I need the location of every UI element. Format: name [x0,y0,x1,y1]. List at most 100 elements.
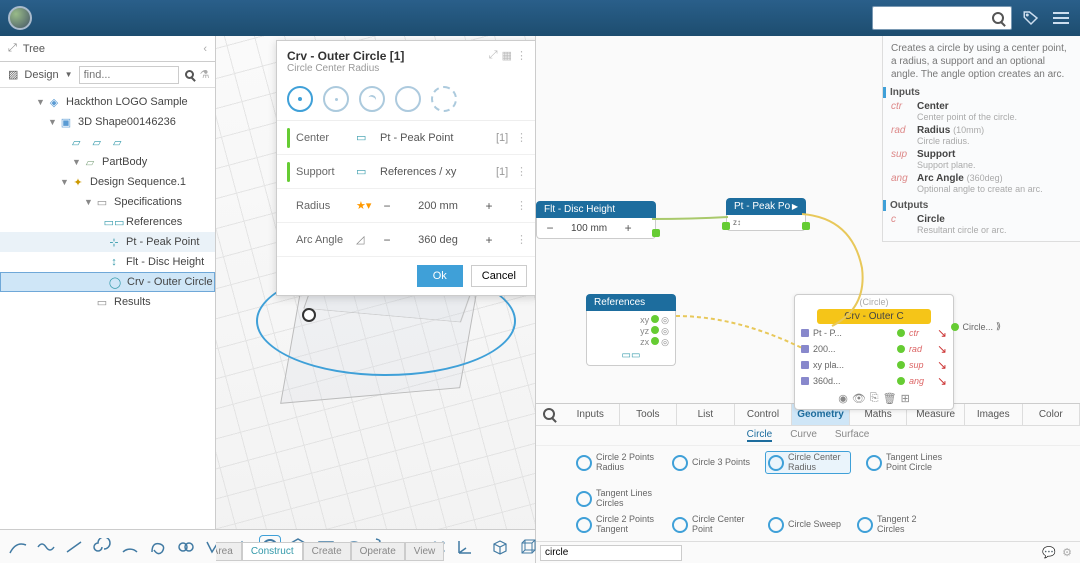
category-tab[interactable]: Inputs [562,404,620,425]
tree-item[interactable]: ▼▱PartBody [0,152,215,172]
dialog-subtitle: Circle Center Radius [287,63,489,74]
tool-loop-icon[interactable] [148,536,168,558]
category-tab[interactable]: Color [1023,404,1080,425]
tool-palette: InputsToolsListControlGeometryMathsMeasu… [536,403,1080,563]
tree-item[interactable]: ▭Results [0,292,215,312]
viewport-tabs: Fixed AreaConstructCreateOperateView [216,542,444,561]
dialog-menu-icon[interactable]: ⋮ [516,49,527,74]
node-peak-point[interactable]: Pt - Peak Po▶ z↕ [726,198,806,231]
menu-icon[interactable] [1050,7,1072,29]
node-input-row[interactable]: Pt - P...ctr↘ [795,326,953,340]
circle-tool-icon [576,517,592,533]
dialog-property[interactable]: Center▭Pt - Peak Point[1]⋮ [277,121,535,155]
circle-tool-icon [768,517,784,533]
chat-icon[interactable]: 💬 [1042,546,1056,559]
search-icon[interactable] [536,404,562,425]
tool-wirebox-icon[interactable] [518,536,538,558]
center-handle[interactable] [302,308,316,322]
decrement-button[interactable]: − [543,221,557,235]
dialog-pin-icon[interactable]: ⤢ [489,49,498,74]
tree-cube-icon[interactable]: ▨ [8,68,18,81]
tool-item[interactable]: Circle Center Radius [766,452,850,474]
design-dropdown-icon[interactable]: ▼ [65,70,73,79]
tool-box-icon[interactable] [490,536,510,558]
tool-wave-icon[interactable] [36,536,56,558]
settings-icon[interactable]: ⚙ [1062,546,1072,559]
viewport-tab[interactable]: Construct [242,542,303,561]
tool-item[interactable]: Tangent Lines Circles [576,489,656,509]
tool-arc-icon[interactable] [120,536,140,558]
tree-item[interactable]: ▼▣3D Shape00146236 [0,112,215,132]
category-tab[interactable]: List [677,404,735,425]
node-input-row[interactable]: 200...rad↘ [795,342,953,356]
dialog-grid-icon[interactable]: ▦ [502,49,512,74]
subcategory-tab[interactable]: Curve [790,429,817,442]
viewport-tab[interactable]: Operate [351,542,405,561]
more-icon[interactable]: ⊞ [901,392,910,405]
copy-icon[interactable]: ⎘ [870,392,879,405]
tool-chain-icon[interactable] [176,536,196,558]
tool-item[interactable]: Tangent 2 Circles [857,515,937,535]
dialog-property[interactable]: Support▭References / xy[1]⋮ [277,155,535,189]
increment-button[interactable]: + [621,221,635,235]
node-disc-height[interactable]: Flt - Disc Height − 100 mm + [536,201,656,239]
refs-port: zx ◎ [593,337,669,348]
dialog-property[interactable]: Arc Angle◿−360 deg+⋮ [277,223,535,257]
chevron-right-icon: ▶ [792,202,798,211]
tool-filter-input[interactable] [540,545,682,561]
tree-item[interactable]: ⊹Pt - Peak Point [0,232,215,252]
category-tab[interactable]: Tools [620,404,678,425]
tool-spiral-icon[interactable] [92,536,112,558]
cancel-button[interactable]: Cancel [471,265,527,287]
dialog-title: Crv - Outer Circle [1] [287,49,489,63]
tool-item[interactable]: Circle 3 Points [672,452,750,474]
tree-expand-icon[interactable]: ⤢ [8,42,17,55]
tree-item[interactable]: ▼✦Design Sequence.1 [0,172,215,192]
node-input-row[interactable]: xy pla...sup↘ [795,358,953,372]
circle-type-1[interactable] [287,86,313,112]
tool-axis-icon[interactable] [456,536,474,558]
category-tab[interactable]: Control [735,404,793,425]
subcategory-tab[interactable]: Circle [747,429,773,442]
filter-icon[interactable]: ⚗ [200,68,210,81]
tool-item[interactable]: Circle 2 Points Radius [576,452,656,474]
circle-type-5[interactable] [431,86,457,112]
viewport-tab[interactable]: Fixed Area [216,542,242,561]
node-input-row[interactable]: 360d...ang↘ [795,374,953,388]
node-references[interactable]: References xy ◎ yz ◎ zx ◎ ▭▭ [586,294,676,366]
viewport-tab[interactable]: Create [303,542,351,561]
help-param: radRadius (10mm)Circle radius. [891,125,1072,146]
tag-icon[interactable] [1020,7,1042,29]
circle-output-port: Circle...⟫ [951,321,1001,332]
circle-type-3[interactable] [359,86,385,112]
circle-type-2[interactable] [323,86,349,112]
tool-curve-icon[interactable] [8,536,28,558]
tool-line-icon[interactable] [64,536,84,558]
viewport-tab[interactable]: View [405,542,445,561]
3d-viewport[interactable]: Crv - Outer Circle [1] Circle Center Rad… [216,36,535,563]
tree-item[interactable]: ▼◈Hackthon LOGO Sample [0,92,215,112]
node-circle[interactable]: (Circle) Crv - Outer C Pt - P...ctr↘200.… [794,294,954,410]
dialog-property[interactable]: Radius★▾−200 mm+⋮ [277,189,535,223]
tool-item[interactable]: Circle Sweep [768,515,841,535]
global-search[interactable] [872,6,1012,30]
search-icon[interactable] [185,66,194,84]
design-label: Design [24,69,58,81]
ok-button[interactable]: Ok [417,265,463,287]
visibility-icon[interactable]: ◉ [838,392,848,405]
tool-item[interactable]: Circle 2 Points Tangent [576,515,656,535]
category-tab[interactable]: Images [965,404,1023,425]
subcategory-tab[interactable]: Surface [835,429,869,442]
tree-item[interactable]: ▭▭References [0,212,215,232]
delete-icon[interactable]: 🗑 [883,392,897,405]
tree-find-input[interactable] [79,66,179,84]
tree-item[interactable]: ◯Crv - Outer Circle [0,272,215,292]
view-icon[interactable]: 👁 [852,392,866,405]
circle-type-4[interactable] [395,86,421,112]
tool-item[interactable]: Tangent Lines Point Circle [866,452,946,474]
tool-item[interactable]: Circle Center Point [672,515,752,535]
tree-collapse-icon[interactable]: ‹ [203,43,207,55]
tree-item[interactable]: ↕Flt - Disc Height [0,252,215,272]
circle-tool-icon [576,455,592,471]
tree-item[interactable]: ▼▭Specifications [0,192,215,212]
